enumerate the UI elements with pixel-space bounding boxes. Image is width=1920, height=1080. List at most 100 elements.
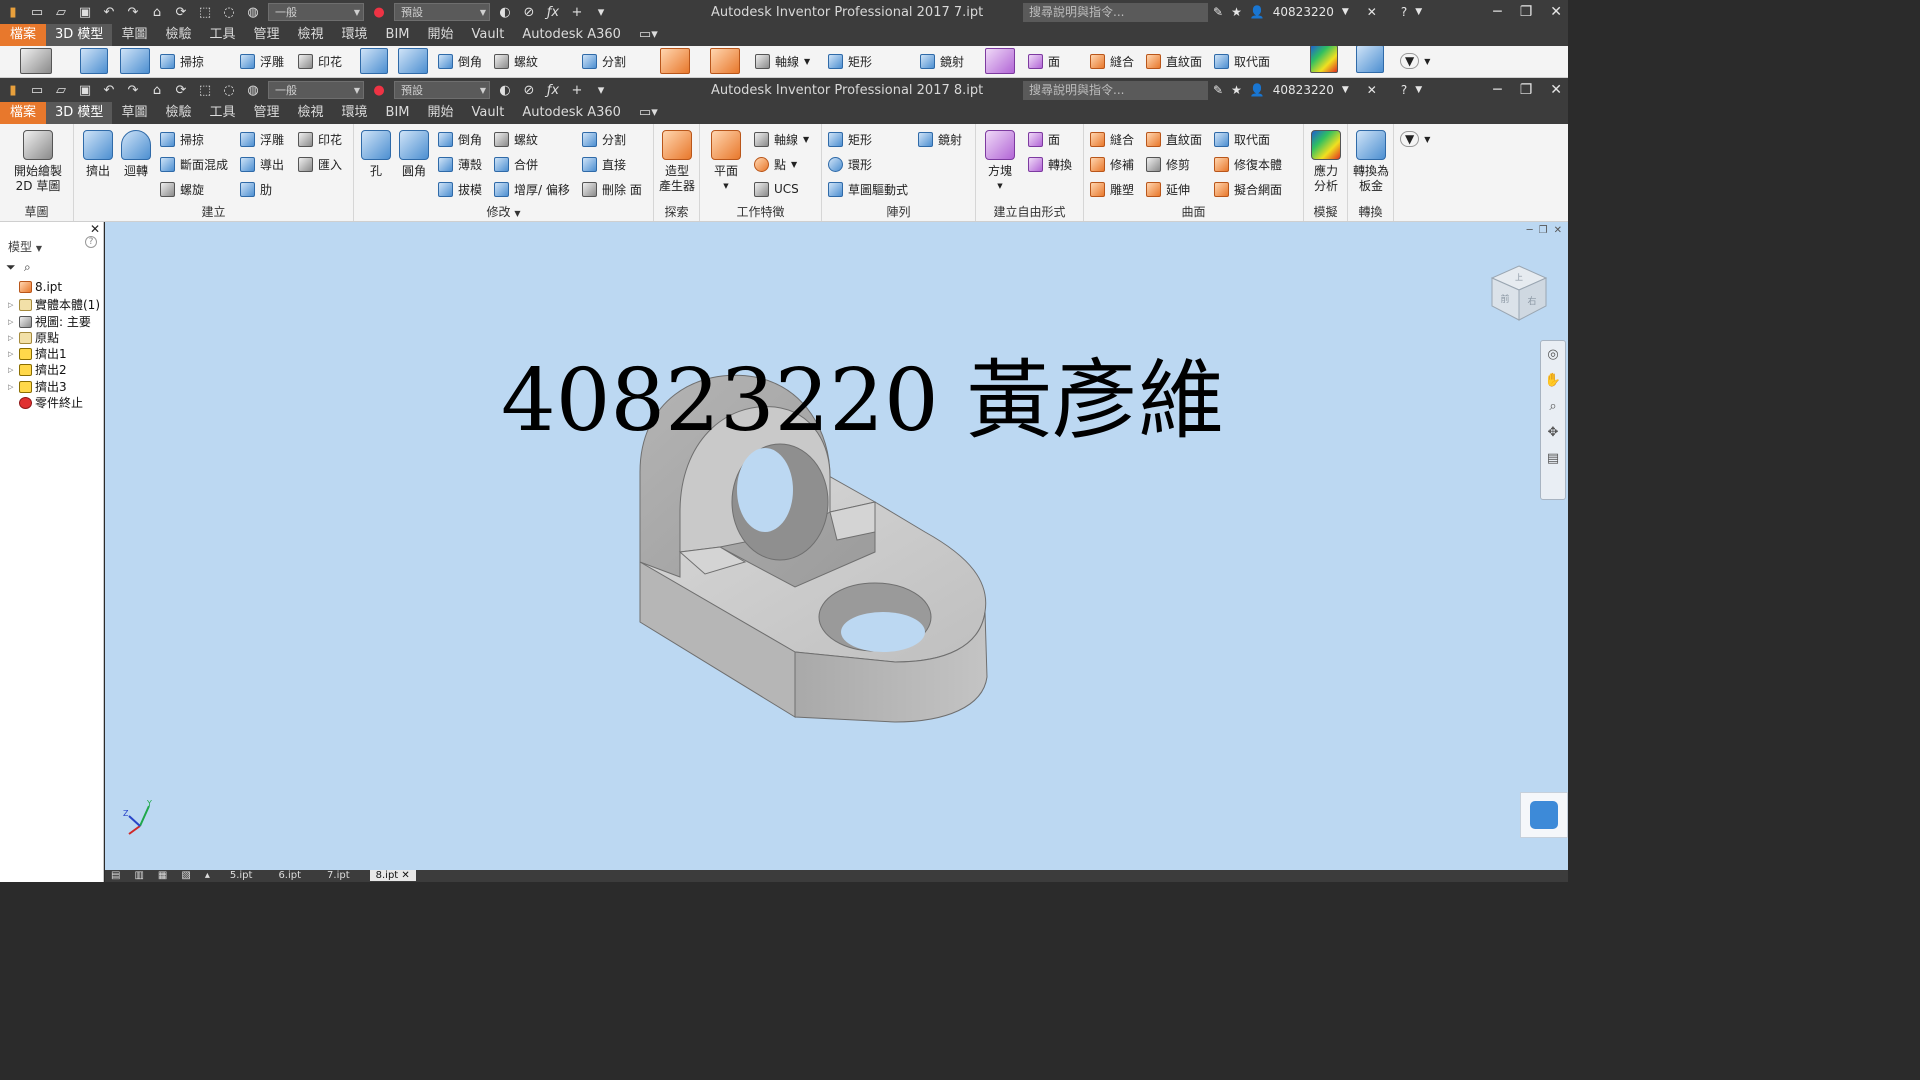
- plane-dropdown-icon[interactable]: ▼: [704, 179, 748, 194]
- viewcube[interactable]: 上 右 前: [1488, 262, 1550, 324]
- minimize-icon[interactable]: ─: [1493, 82, 1501, 98]
- back-search-input[interactable]: 搜尋說明與指令...: [1023, 2, 1208, 22]
- delete-face-button[interactable]: 刪除 面: [582, 180, 642, 198]
- back-sheet-metal-icon[interactable]: [1356, 46, 1384, 73]
- filter-icon[interactable]: ⏷: [6, 260, 16, 275]
- adjust-icon[interactable]: ◐: [496, 82, 514, 98]
- back-tab-file[interactable]: 檔案: [0, 24, 47, 46]
- doc-tab-5[interactable]: 5.ipt: [224, 870, 259, 881]
- orbit-icon[interactable]: ✥: [1544, 425, 1562, 443]
- plane-button[interactable]: 平面 ▼: [704, 130, 748, 194]
- close-icon[interactable]: ✕: [1550, 4, 1562, 20]
- back-user-name[interactable]: 40823220: [1273, 5, 1334, 19]
- repair-bodies-button[interactable]: 修復本體: [1214, 155, 1282, 173]
- back-ribbon-overflow-icon[interactable]: ▼: [1400, 53, 1420, 69]
- shell-button[interactable]: 薄殼: [438, 155, 482, 173]
- convert-to-sheet-metal-button[interactable]: 轉換為 板金: [1349, 130, 1393, 194]
- home-icon[interactable]: ⌂: [148, 4, 166, 20]
- doc-tab-8[interactable]: 8.ipt ✕: [369, 870, 416, 881]
- tab-tools[interactable]: 工具: [200, 102, 244, 124]
- find-icon[interactable]: ⌕: [24, 260, 31, 275]
- browser-close-icon[interactable]: ✕: [90, 222, 100, 236]
- sweep-button[interactable]: 掃掠: [160, 130, 204, 148]
- group-modify-label[interactable]: 修改 ▼: [354, 203, 653, 220]
- user-menu-chevron-icon[interactable]: ▼: [1342, 7, 1349, 17]
- search-input[interactable]: 搜尋說明與指令...: [1023, 80, 1208, 100]
- tree-item-part[interactable]: 8.ipt: [8, 280, 62, 294]
- tree-item-solid-bodies[interactable]: ▷ 實體本體(1): [8, 296, 100, 313]
- trim-button[interactable]: 修剪: [1146, 155, 1190, 173]
- expand-icon[interactable]: ▷: [8, 350, 16, 358]
- back-tab-bim[interactable]: BIM: [377, 24, 419, 46]
- patch-button[interactable]: 修補: [1090, 155, 1134, 173]
- back-tab-environments[interactable]: 環境: [333, 24, 377, 46]
- tab-sketch[interactable]: 草圖: [112, 102, 156, 124]
- expand-icon[interactable]: ▷: [8, 334, 16, 342]
- select-icon[interactable]: ⬚: [196, 82, 214, 98]
- ribbon-toggle-icon[interactable]: ▭▾: [630, 24, 667, 46]
- back-tab-3d-model[interactable]: 3D 模型: [46, 24, 113, 46]
- browser-help-icon[interactable]: ?: [85, 236, 97, 248]
- import-button[interactable]: 匯入: [298, 155, 342, 173]
- modify-expand-icon[interactable]: ▼: [514, 209, 520, 218]
- circular-pattern-button[interactable]: 環形: [828, 155, 872, 173]
- exchange-icon[interactable]: ✕: [1367, 5, 1377, 19]
- graphics-viewport[interactable]: ─ ❐ ✕ 上 右 前 ◎ ✋ ⌕ ✥ ▤ 40823220 黃彥維 Y Z: [105, 222, 1568, 870]
- tab-3d-model[interactable]: 3D 模型: [46, 102, 113, 124]
- plus-icon[interactable]: +: [568, 4, 586, 20]
- cascade-icon[interactable]: ▦: [158, 870, 167, 881]
- shape-generator-button[interactable]: 造型 產生器: [655, 130, 699, 194]
- expand-icon[interactable]: ▷: [8, 366, 16, 374]
- material-icon[interactable]: ◍: [244, 82, 262, 98]
- back-tab-manage[interactable]: 管理: [244, 24, 288, 46]
- tab-environments[interactable]: 環境: [333, 102, 377, 124]
- back-ruled-surface-label[interactable]: 直紋面: [1166, 53, 1202, 70]
- ruled-surface-button[interactable]: 直紋面: [1146, 130, 1202, 148]
- tabs-menu-icon[interactable]: ▴: [205, 870, 210, 881]
- back-chamfer-label[interactable]: 倒角: [458, 53, 482, 70]
- adjust-icon[interactable]: ◐: [496, 4, 514, 20]
- extend-button[interactable]: 延伸: [1146, 180, 1190, 198]
- tree-item-origin[interactable]: ▷ 原點: [8, 329, 59, 346]
- viewport-close-icon[interactable]: ✕: [1554, 225, 1562, 236]
- back-stress-icon[interactable]: [1310, 46, 1338, 73]
- undo-icon[interactable]: ↶: [100, 82, 118, 98]
- back-tab-view[interactable]: 檢視: [289, 24, 333, 46]
- stitch-button[interactable]: 縫合: [1090, 130, 1134, 148]
- back-shape-generator-icon[interactable]: [660, 48, 690, 74]
- tree-item-end-of-part[interactable]: 零件終止: [8, 394, 83, 411]
- customize-icon[interactable]: ▾: [592, 82, 610, 98]
- back-fillet-icon[interactable]: [398, 48, 428, 74]
- back-rect-pattern-label[interactable]: 矩形: [848, 53, 872, 70]
- back-decal-label[interactable]: 印花: [318, 53, 342, 70]
- freeform-box-button[interactable]: 方塊 ▼: [978, 130, 1022, 194]
- arrange-icon[interactable]: ▧: [181, 870, 190, 881]
- mirror-button[interactable]: 鏡射: [918, 130, 962, 148]
- emboss-button[interactable]: 浮雕: [240, 130, 284, 148]
- save-icon[interactable]: ▣: [76, 82, 94, 98]
- sculpt-button[interactable]: 雕塑: [1090, 180, 1134, 198]
- back-tab-vault[interactable]: Vault: [463, 24, 514, 46]
- ucs-button[interactable]: UCS: [754, 180, 799, 198]
- tab-view[interactable]: 檢視: [289, 102, 333, 124]
- thicken-offset-button[interactable]: 增厚/ 偏移: [494, 180, 570, 198]
- draft-button[interactable]: 拔模: [438, 180, 482, 198]
- viewport-minimize-icon[interactable]: ─: [1527, 225, 1533, 236]
- back-style-combo[interactable]: 一般 ▼: [268, 3, 364, 21]
- redo-icon[interactable]: ↷: [124, 4, 142, 20]
- update-icon[interactable]: ⟳: [172, 82, 190, 98]
- favorites-icon[interactable]: ★: [1231, 83, 1242, 97]
- expand-icon[interactable]: ▷: [8, 301, 16, 309]
- start-2d-sketch-button[interactable]: 開始繪製 2D 草圖: [10, 130, 66, 194]
- ribbon-toggle-icon[interactable]: ▭▾: [630, 102, 667, 124]
- exchange-icon[interactable]: ✕: [1367, 83, 1377, 97]
- chamfer-button[interactable]: 倒角: [438, 130, 482, 148]
- help-menu-chevron-icon[interactable]: ▼: [1415, 7, 1422, 17]
- thread-button[interactable]: 螺紋: [494, 130, 538, 148]
- help-icon[interactable]: ?: [1401, 83, 1407, 97]
- ribbon-overflow-button[interactable]: ▼ ▼: [1400, 130, 1430, 148]
- measure-icon[interactable]: ◌: [220, 82, 238, 98]
- back-tab-get-started[interactable]: 開始: [419, 24, 463, 46]
- home-icon[interactable]: ⌂: [148, 82, 166, 98]
- measure-icon[interactable]: ◌: [220, 4, 238, 20]
